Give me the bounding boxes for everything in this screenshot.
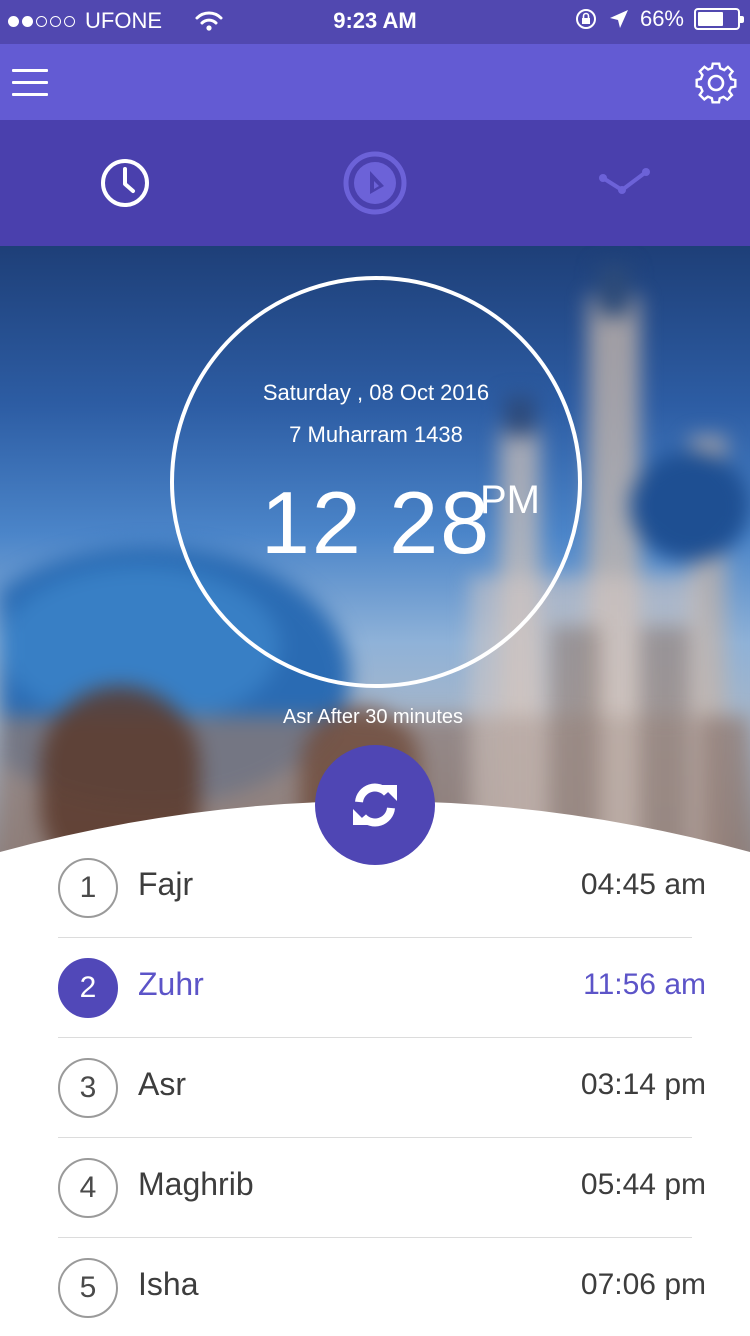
prayer-number: 2	[58, 958, 118, 1018]
battery-fill	[698, 12, 723, 26]
hijri-date: 7 Muharram 1438	[289, 422, 463, 447]
status-bar: UFONE 9:23 AM 66%	[0, 0, 750, 44]
prayer-times-list: 1 Fajr 04:45 am 2 Zuhr 11:56 am 3 Asr 03…	[0, 838, 750, 1336]
tab-statistics[interactable]	[500, 120, 750, 246]
prayer-row-asr[interactable]: 3 Asr 03:14 pm	[58, 1038, 706, 1138]
chart-line-icon	[599, 168, 650, 194]
prayer-row-zuhr[interactable]: 2 Zuhr 11:56 am	[58, 938, 706, 1038]
prayer-time: 05:44 pm	[580, 1168, 706, 1201]
hamburger-menu-icon[interactable]	[12, 69, 48, 97]
prayer-time: 03:14 pm	[580, 1068, 706, 1101]
status-right: 66%	[574, 6, 744, 32]
prayer-name: Asr	[138, 1066, 186, 1102]
current-time: 12 28 PM	[170, 472, 582, 574]
prayer-row-fajr[interactable]: 1 Fajr 04:45 am	[58, 838, 706, 938]
prayer-time: 11:56 am	[583, 968, 706, 1001]
prayer-row-isha[interactable]: 5 Isha 07:06 pm	[58, 1238, 706, 1336]
prayer-number: 1	[58, 858, 118, 918]
prayer-name: Isha	[138, 1266, 199, 1302]
battery-tip	[740, 16, 744, 23]
gear-icon[interactable]	[694, 61, 738, 105]
prayer-time: 04:45 am	[580, 868, 706, 901]
tab-compass[interactable]	[250, 120, 500, 246]
next-prayer-countdown: Asr After 30 minutes	[282, 706, 464, 728]
prayer-name: Maghrib	[138, 1166, 254, 1202]
prayer-row-maghrib[interactable]: 4 Maghrib 05:44 pm	[58, 1138, 706, 1238]
compass-icon	[343, 151, 407, 215]
tab-clock[interactable]	[0, 120, 250, 246]
prayer-name: Zuhr	[138, 966, 204, 1002]
tab-bar	[0, 120, 750, 246]
time-value: 12 28	[260, 473, 492, 572]
battery-icon	[694, 8, 744, 30]
refresh-icon	[353, 783, 397, 827]
location-arrow-icon	[609, 10, 628, 28]
prayer-number: 5	[58, 1258, 118, 1318]
prayer-number: 4	[58, 1158, 118, 1218]
prayer-name: Fajr	[138, 866, 194, 902]
prayer-time: 07:06 pm	[580, 1268, 706, 1301]
rotation-lock-icon	[575, 9, 596, 29]
battery-percent: 66%	[639, 6, 684, 31]
prayer-number: 3	[58, 1058, 118, 1118]
clock-icon	[101, 159, 149, 207]
time-ampm: PM	[480, 478, 540, 522]
app-header	[0, 44, 750, 120]
gregorian-date: Saturday , 08 Oct 2016	[262, 380, 490, 405]
